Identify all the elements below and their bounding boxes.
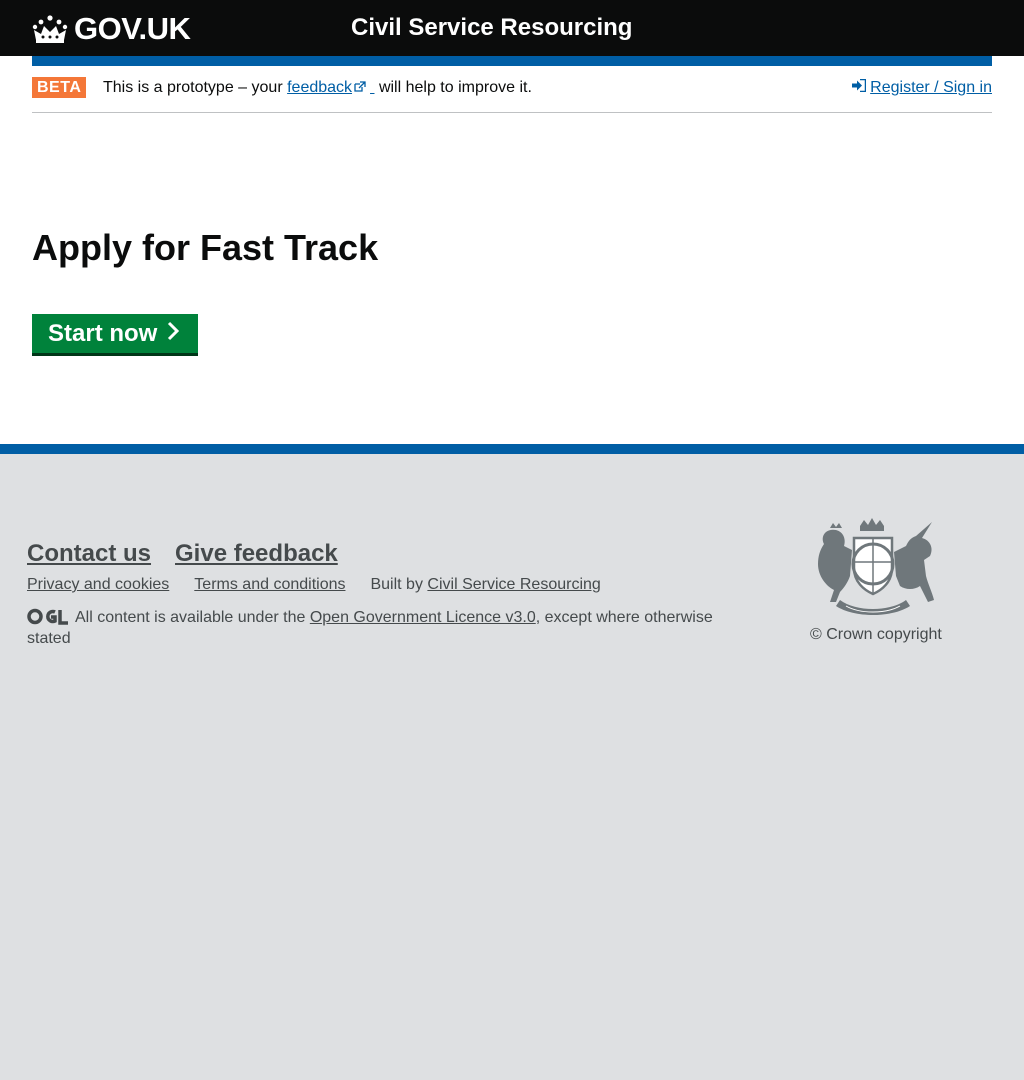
header-blue-rule [32,56,992,66]
contact-us-link[interactable]: Contact us [27,540,151,568]
beta-tag: BETA [32,77,87,98]
phase-text-before: This is a prototype – your [103,79,283,96]
govuk-logo-text: GOV.UK [74,11,191,46]
service-name-link[interactable]: Civil Service Resourcing [351,14,632,42]
page-title: Apply for Fast Track [32,227,379,268]
royal-coat-of-arms-icon [810,516,940,621]
start-now-label: Start now [48,319,158,347]
built-by: Built by Civil Service Resourcing [370,575,600,595]
main-wrapper: BETA This is a prototype – your feedback… [0,56,1024,444]
crown-copyright-link[interactable]: © Crown copyright [810,626,942,644]
licence-notice: All content is available under the Open … [27,608,747,648]
licence-text-before: All content is available under the [75,609,306,626]
phase-text-after: will help to improve it. [378,79,532,96]
phase-banner: BETA This is a prototype – your feedback… [32,66,992,113]
ogl-logo-icon [27,608,69,630]
start-now-button[interactable]: Start now [32,314,198,353]
crown-icon [32,14,68,44]
privacy-cookies-link[interactable]: Privacy and cookies [27,575,169,595]
chevron-right-icon [167,320,180,348]
give-feedback-link[interactable]: Give feedback [175,540,338,568]
footer-blue-rule [0,444,1024,454]
built-by-link[interactable]: Civil Service Resourcing [427,576,600,593]
built-by-text: Built by [370,576,423,593]
phase-banner-text: This is a prototype – your feedback will… [103,78,532,98]
ogl-link[interactable]: Open Government Licence v3.0 [310,609,536,626]
signin-label: Register / Sign in [870,79,992,96]
feedback-link[interactable]: feedback [287,79,374,96]
feedback-link-label: feedback [287,79,353,96]
site-header: GOV.UK Civil Service Resourcing [0,0,1024,56]
register-signin-link[interactable]: Register / Sign in [852,78,992,98]
site-footer: Contact us Give feedback Privacy and coo… [0,454,1024,1080]
footer-secondary-links: Privacy and cookies Terms and conditions… [27,575,601,595]
sign-in-icon [852,78,870,98]
govuk-logo-link[interactable]: GOV.UK [32,9,191,49]
external-link-icon [354,78,366,98]
terms-conditions-link[interactable]: Terms and conditions [194,575,345,595]
footer-primary-links: Contact us Give feedback [27,540,338,568]
